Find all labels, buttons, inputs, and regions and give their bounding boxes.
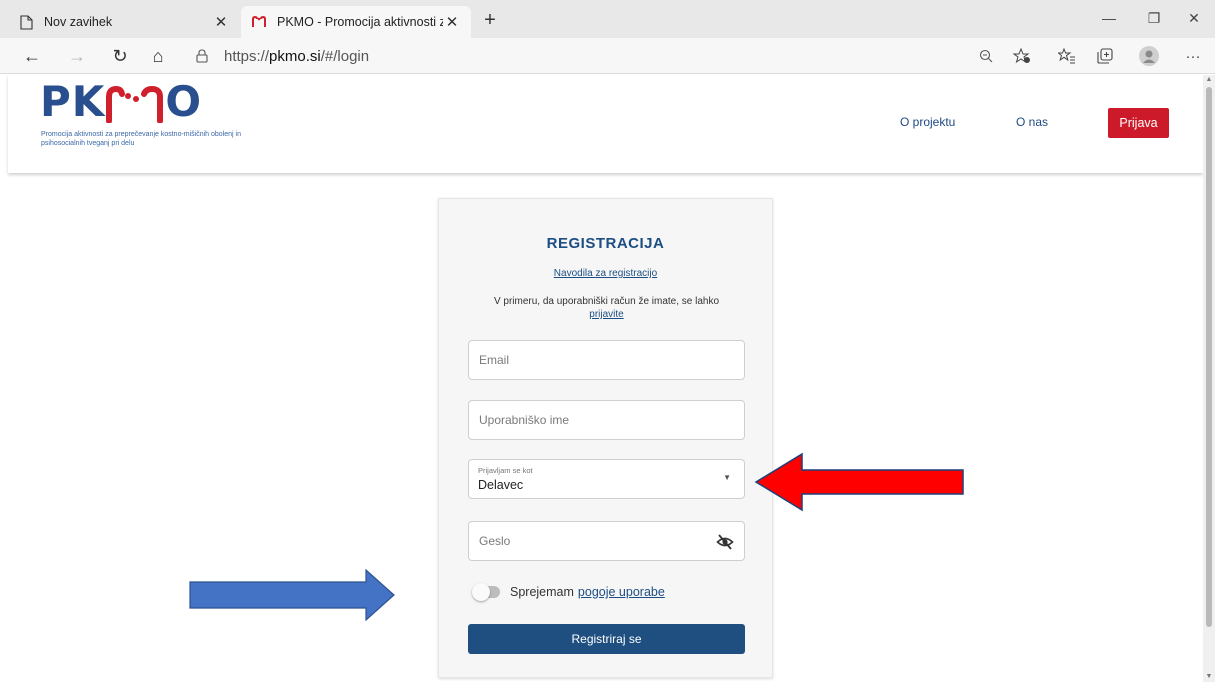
page-icon (18, 14, 34, 30)
profile-avatar-icon[interactable] (1135, 43, 1163, 69)
terms-link[interactable]: pogoje uporabe (578, 585, 665, 599)
red-arrow-annotation (754, 452, 964, 512)
back-button[interactable]: ← (18, 43, 46, 69)
dropdown-caret-icon: ▼ (723, 473, 731, 482)
logo-tagline: Promocija aktivnosti za preprečevanje ko… (41, 131, 241, 147)
url-field[interactable]: https://pkmo.si/#/login (186, 42, 1006, 70)
favorites-icon[interactable] (1053, 43, 1081, 69)
password-input[interactable] (469, 522, 744, 560)
scroll-up-icon[interactable]: ▲ (1203, 75, 1215, 85)
email-input[interactable] (469, 341, 744, 379)
page-viewport: PK O Promocija aktivnosti za preprečevan… (0, 75, 1203, 682)
collections-icon[interactable] (1091, 43, 1119, 69)
tab-new-tab[interactable]: Nov zavihek ✕ (8, 6, 240, 38)
tab-close-icon[interactable]: ✕ (212, 13, 230, 31)
toggle-knob (472, 583, 490, 601)
role-select[interactable]: Prijavljam se kot Delavec ▼ (468, 459, 745, 499)
lock-icon[interactable] (196, 49, 216, 63)
terms-toggle[interactable] (472, 583, 500, 601)
eye-off-icon[interactable] (716, 533, 734, 551)
password-field-wrapper (468, 521, 745, 561)
more-menu-icon[interactable]: ··· (1179, 43, 1207, 69)
role-select-label: Prijavljam se kot (478, 466, 533, 475)
pkmo-favicon (251, 14, 267, 30)
tab-title: PKMO - Promocija aktivnosti za pre (277, 15, 443, 29)
browser-address-bar: ← → ↻ ⌂ https://pkmo.si/#/login ··· (0, 38, 1215, 74)
nav-o-nas[interactable]: O nas (1016, 115, 1048, 129)
reload-button[interactable]: ↻ (106, 43, 134, 69)
home-button[interactable]: ⌂ (144, 43, 172, 69)
url-text: https://pkmo.si/#/login (224, 47, 370, 65)
add-favorite-icon[interactable] (1008, 43, 1036, 69)
login-button[interactable]: Prijava (1108, 108, 1169, 138)
registration-card: REGISTRACIJA Navodila za registracijo V … (438, 198, 773, 678)
page-scrollbar[interactable]: ▲ ▼ (1203, 75, 1215, 682)
scroll-down-icon[interactable]: ▼ (1203, 672, 1215, 682)
role-select-value: Delavec (478, 478, 524, 492)
register-button[interactable]: Registriraj se (468, 624, 745, 654)
login-hint: V primeru, da uporabniški račun že imate… (493, 296, 720, 320)
username-input[interactable] (469, 401, 744, 439)
logo-mark-icon (106, 85, 164, 123)
terms-row: Sprejemam pogoje uporabe (472, 583, 665, 601)
blue-arrow-annotation (189, 569, 395, 621)
browser-tab-bar: Nov zavihek ✕ PKMO - Promocija aktivnost… (0, 0, 1215, 38)
tab-close-icon[interactable]: ✕ (443, 13, 461, 31)
minimize-button[interactable]: — (1086, 6, 1132, 30)
form-title: REGISTRACIJA (546, 235, 665, 252)
new-tab-button[interactable]: + (476, 7, 504, 33)
scrollbar-thumb[interactable] (1206, 87, 1212, 627)
tab-pkmo[interactable]: PKMO - Promocija aktivnosti za pre ✕ (241, 6, 471, 38)
username-field-wrapper (468, 400, 745, 440)
terms-label: Sprejemam (510, 585, 574, 599)
close-window-button[interactable]: ✕ (1171, 6, 1215, 30)
forward-button[interactable]: → (63, 43, 91, 69)
tab-title: Nov zavihek (44, 15, 113, 29)
login-link[interactable]: prijavite (589, 309, 623, 320)
site-header: PK O Promocija aktivnosti za preprečevan… (8, 75, 1203, 173)
nav-o-projektu[interactable]: O projektu (900, 115, 955, 129)
email-field-wrapper (468, 340, 745, 380)
registration-guide-link[interactable]: Navodila za registracijo (439, 268, 772, 279)
zoom-icon[interactable] (972, 43, 1000, 69)
pkmo-logo[interactable]: PK O (40, 81, 202, 123)
